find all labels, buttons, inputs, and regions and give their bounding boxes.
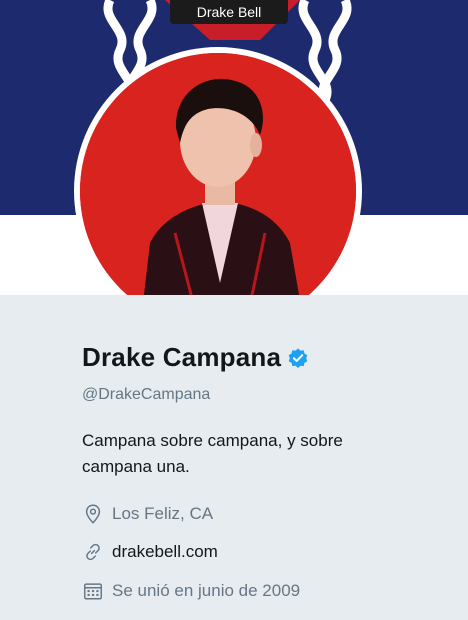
avatar-portrait — [80, 53, 356, 329]
location-text: Los Feliz, CA — [112, 504, 214, 523]
handle: @DrakeCampana — [82, 386, 211, 403]
name-row: Drake Campana — [82, 342, 309, 373]
name-tooltip: Drake Bell — [170, 0, 288, 24]
website-row[interactable]: drakebell.com — [82, 541, 218, 563]
location-row: Los Feliz, CA — [82, 503, 213, 525]
tooltip-text: Drake Bell — [196, 4, 262, 20]
avatar[interactable] — [80, 53, 356, 329]
website-link[interactable]: drakebell.com — [112, 542, 218, 562]
link-icon — [86, 543, 100, 561]
joined-text: Se unió en junio de 2009 — [112, 581, 301, 600]
calendar-icon — [84, 583, 102, 600]
display-name: Drake Campana — [82, 342, 282, 372]
location-pin-icon — [85, 504, 101, 524]
joined-row: Se unió en junio de 2009 — [82, 580, 300, 602]
bio: Campana sobre campana, y sobre campana u… — [82, 431, 343, 476]
verified-badge-icon — [288, 347, 308, 368]
